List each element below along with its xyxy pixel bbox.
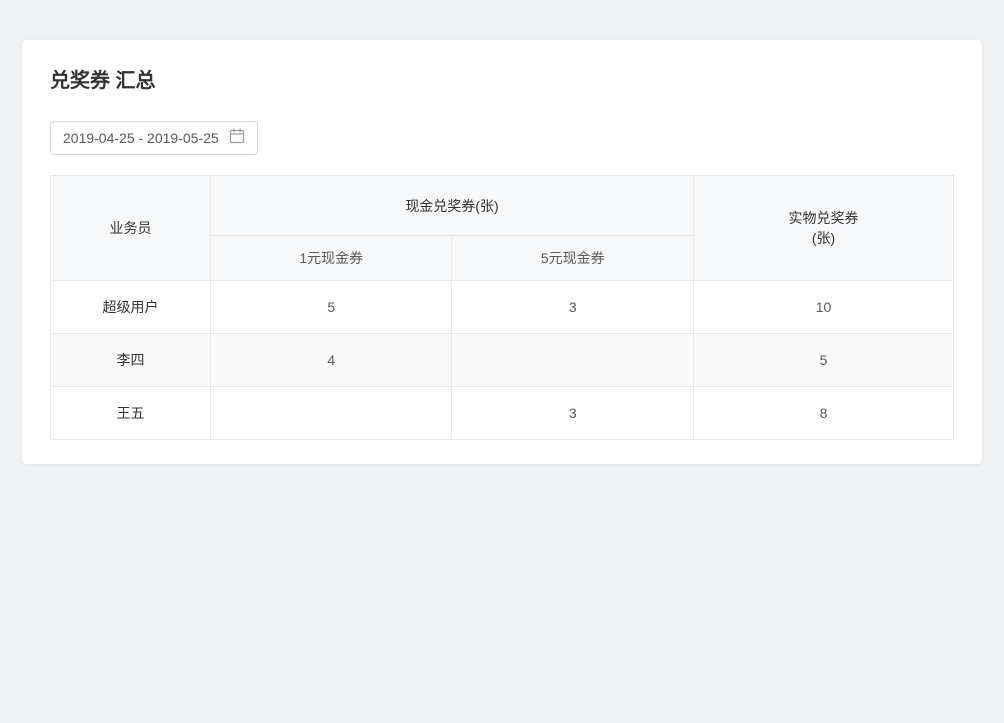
- table-body: 超级用户 5 3 10 李四 4 5 王五 3 8: [51, 281, 954, 440]
- th-cash1: 1元现金券: [211, 236, 452, 281]
- cell-agent-1: 李四: [51, 334, 211, 387]
- main-card: 兑奖券 汇总 2019-04-25 - 2019-05-25: [22, 40, 982, 464]
- table-header-row-1: 业务员 现金兑奖券(张) 实物兑奖券(张): [51, 176, 954, 236]
- cell-cash1-1: 4: [211, 334, 452, 387]
- calendar-icon: [229, 128, 245, 148]
- page-title: 兑奖券 汇总: [50, 64, 954, 93]
- date-range-value: 2019-04-25 - 2019-05-25: [63, 130, 219, 146]
- th-physical-group: 实物兑奖券(张): [693, 176, 953, 281]
- cell-physical-0: 10: [693, 281, 953, 334]
- cell-cash5-0: 3: [452, 281, 693, 334]
- page-container: 兑奖券 汇总 2019-04-25 - 2019-05-25: [2, 20, 1002, 703]
- cell-cash5-1: [452, 334, 693, 387]
- summary-table: 业务员 现金兑奖券(张) 实物兑奖券(张) 1元现金券 5元现金券: [50, 175, 954, 440]
- th-cash5: 5元现金券: [452, 236, 693, 281]
- table-row: 王五 3 8: [51, 387, 954, 440]
- date-picker-wrapper: 2019-04-25 - 2019-05-25: [50, 121, 954, 155]
- cell-cash1-2: [211, 387, 452, 440]
- th-agent: 业务员: [51, 176, 211, 281]
- cell-physical-2: 8: [693, 387, 953, 440]
- table-row: 李四 4 5: [51, 334, 954, 387]
- th-cash-group: 现金兑奖券(张): [211, 176, 694, 236]
- cell-physical-1: 5: [693, 334, 953, 387]
- table-row: 超级用户 5 3 10: [51, 281, 954, 334]
- cell-cash1-0: 5: [211, 281, 452, 334]
- cell-agent-2: 王五: [51, 387, 211, 440]
- cell-cash5-2: 3: [452, 387, 693, 440]
- date-range-picker[interactable]: 2019-04-25 - 2019-05-25: [50, 121, 258, 155]
- cell-agent-0: 超级用户: [51, 281, 211, 334]
